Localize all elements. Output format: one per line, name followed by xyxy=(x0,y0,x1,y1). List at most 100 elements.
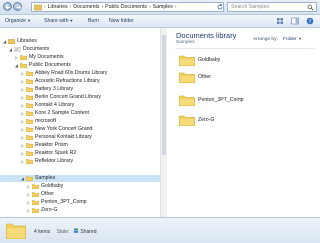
chevron-right-icon: › xyxy=(174,4,177,10)
collapse-arrow-icon: ◢ xyxy=(20,176,25,181)
expand-arrow-icon: ▷ xyxy=(20,143,25,148)
divider xyxy=(175,48,315,49)
refresh-icon[interactable] xyxy=(216,3,224,11)
nav-sample-child[interactable]: ▷ Zero-G xyxy=(0,207,166,214)
folder-icon xyxy=(32,200,39,205)
nav-folder[interactable]: ▷ Battery 3 Library xyxy=(0,86,166,93)
folder-item[interactable]: Goldbaby xyxy=(179,53,309,67)
address-row: › Libraries › Documents › Public Documen… xyxy=(0,0,320,15)
nav-public-documents[interactable]: ◢ Public Documents xyxy=(0,62,166,69)
chevron-right-icon: › xyxy=(44,4,46,10)
crumb-documents[interactable]: Documents xyxy=(73,4,99,10)
nav-scrollbar[interactable] xyxy=(160,28,167,217)
folder-icon xyxy=(26,103,33,108)
chevron-down-icon[interactable]: ▼ xyxy=(298,36,302,41)
nav-folder[interactable]: ▷ Personal Kontakt Library xyxy=(0,134,166,141)
chevron-right-icon: › xyxy=(69,4,72,10)
forward-arrow-icon xyxy=(16,5,22,10)
burn-button[interactable]: Burn xyxy=(88,16,99,26)
back-arrow-icon xyxy=(5,5,10,10)
folder-icon xyxy=(26,95,33,100)
navigation-pane: ◢ Libraries ◢ Documents ▷ My Documents ◢… xyxy=(0,28,167,217)
nav-sample-child[interactable]: ▷ Penton_3PT_Comp xyxy=(0,199,166,206)
nav-folder[interactable]: ▷ Kore 2 Sample Content xyxy=(0,110,166,117)
nav-folder[interactable]: ▷ Kontakt 4 Library xyxy=(0,102,166,109)
arrange-by[interactable]: Arrange by: Folder ▼ xyxy=(253,36,302,42)
item-count: 4 items xyxy=(34,229,51,235)
folder-icon xyxy=(26,159,33,164)
search-input[interactable]: Search Samples xyxy=(227,2,317,12)
new-folder-button[interactable]: New folder xyxy=(109,16,134,26)
folder-icon xyxy=(26,71,33,76)
view-options-icon[interactable] xyxy=(276,17,284,25)
folder-item[interactable]: Zero-G xyxy=(179,113,309,127)
nav-folder[interactable]: ▷ New York Concert Grand xyxy=(0,126,166,133)
crumb-libraries[interactable]: Libraries xyxy=(48,4,68,10)
nav-folder[interactable]: ▷ Reaktor Spark R2 xyxy=(0,150,166,157)
folder-icon xyxy=(26,143,33,148)
folder-icon xyxy=(179,115,195,126)
expand-arrow-icon: ▷ xyxy=(14,55,19,60)
folder-item[interactable]: Other xyxy=(179,70,309,84)
folder-icon xyxy=(20,63,27,68)
help-icon[interactable]: ? xyxy=(306,17,314,25)
nav-folder[interactable]: ▷ Abbey Road 60s Drums Library xyxy=(0,70,166,77)
arrange-label: Arrange by: xyxy=(253,37,278,42)
nav-folder[interactable]: ▷ Berlin Concert Grand Library xyxy=(0,94,166,101)
expand-arrow-icon: ▷ xyxy=(20,127,25,132)
crumb-samples[interactable]: Samples xyxy=(153,4,173,10)
address-bar[interactable]: › Libraries › Documents › Public Documen… xyxy=(31,2,224,12)
expand-arrow-icon: ▷ xyxy=(20,79,25,84)
nav-sample-child[interactable]: ▷ Goldbaby xyxy=(0,183,166,190)
organize-button[interactable]: Organize▼ xyxy=(5,16,31,26)
details-pane: 4 items State: Shared xyxy=(0,217,320,243)
expand-arrow-icon: ▷ xyxy=(20,111,25,116)
folder-icon xyxy=(179,55,195,66)
folder-name: Zero-G xyxy=(198,117,215,123)
forward-button[interactable] xyxy=(13,2,22,11)
chevron-right-icon: › xyxy=(148,4,151,10)
nav-folder[interactable]: ▷ Reaktor Prism xyxy=(0,142,166,149)
folder-name: Other xyxy=(198,74,211,80)
back-button[interactable] xyxy=(3,2,12,11)
folder-icon xyxy=(26,87,33,92)
arrange-value[interactable]: Folder xyxy=(283,37,297,42)
folder-name: Goldbaby xyxy=(198,57,221,63)
folder-icon xyxy=(26,176,33,181)
expand-arrow-icon: ▷ xyxy=(20,103,25,108)
svg-text:?: ? xyxy=(309,19,312,25)
folder-icon xyxy=(26,127,33,132)
nav-samples[interactable]: ◢ Samples xyxy=(0,175,166,182)
expand-arrow-icon: ▷ xyxy=(20,95,25,100)
folder-icon xyxy=(32,208,39,213)
collapse-arrow-icon: ◢ xyxy=(8,47,13,52)
nav-sample-child[interactable]: ▷ Other xyxy=(0,191,166,198)
preview-pane-icon[interactable] xyxy=(291,17,299,25)
share-with-button[interactable]: Share with▼ xyxy=(44,16,73,26)
expand-arrow-icon: ▷ xyxy=(26,192,31,197)
nav-libraries[interactable]: ◢ Libraries xyxy=(0,38,166,45)
documents-library-icon xyxy=(14,47,21,52)
chevron-down-icon: ▼ xyxy=(69,18,74,23)
folder-item[interactable]: Penton_3PT_Comp xyxy=(179,93,309,107)
expand-arrow-icon: ▷ xyxy=(20,119,25,124)
folder-icon xyxy=(26,151,33,156)
scrollbar-thumb[interactable] xyxy=(162,35,166,155)
nav-my-documents[interactable]: ▷ My Documents xyxy=(0,54,166,61)
chevron-down-icon: ▼ xyxy=(27,18,32,23)
chevron-right-icon: › xyxy=(101,4,104,10)
nav-documents[interactable]: ◢ Documents xyxy=(0,46,166,53)
folder-icon xyxy=(32,184,39,189)
crumb-public-documents[interactable]: Public Documents xyxy=(105,4,147,10)
libraries-icon xyxy=(8,39,15,44)
content-pane: Documents library Samples Arrange by: Fo… xyxy=(167,28,320,217)
folder-name: Penton_3PT_Comp xyxy=(198,97,244,103)
nav-folder[interactable]: ▷ Reflektor Library xyxy=(0,158,166,165)
expand-arrow-icon: ▷ xyxy=(20,159,25,164)
shared-users-icon xyxy=(73,228,79,233)
expand-arrow-icon: ▷ xyxy=(26,208,31,213)
nav-folder[interactable]: ▷ microsoft xyxy=(0,118,166,125)
folder-icon xyxy=(26,79,33,84)
library-subtitle: Samples xyxy=(176,40,195,45)
nav-folder[interactable]: ▷ Acoustic Refractions Library xyxy=(0,78,166,85)
